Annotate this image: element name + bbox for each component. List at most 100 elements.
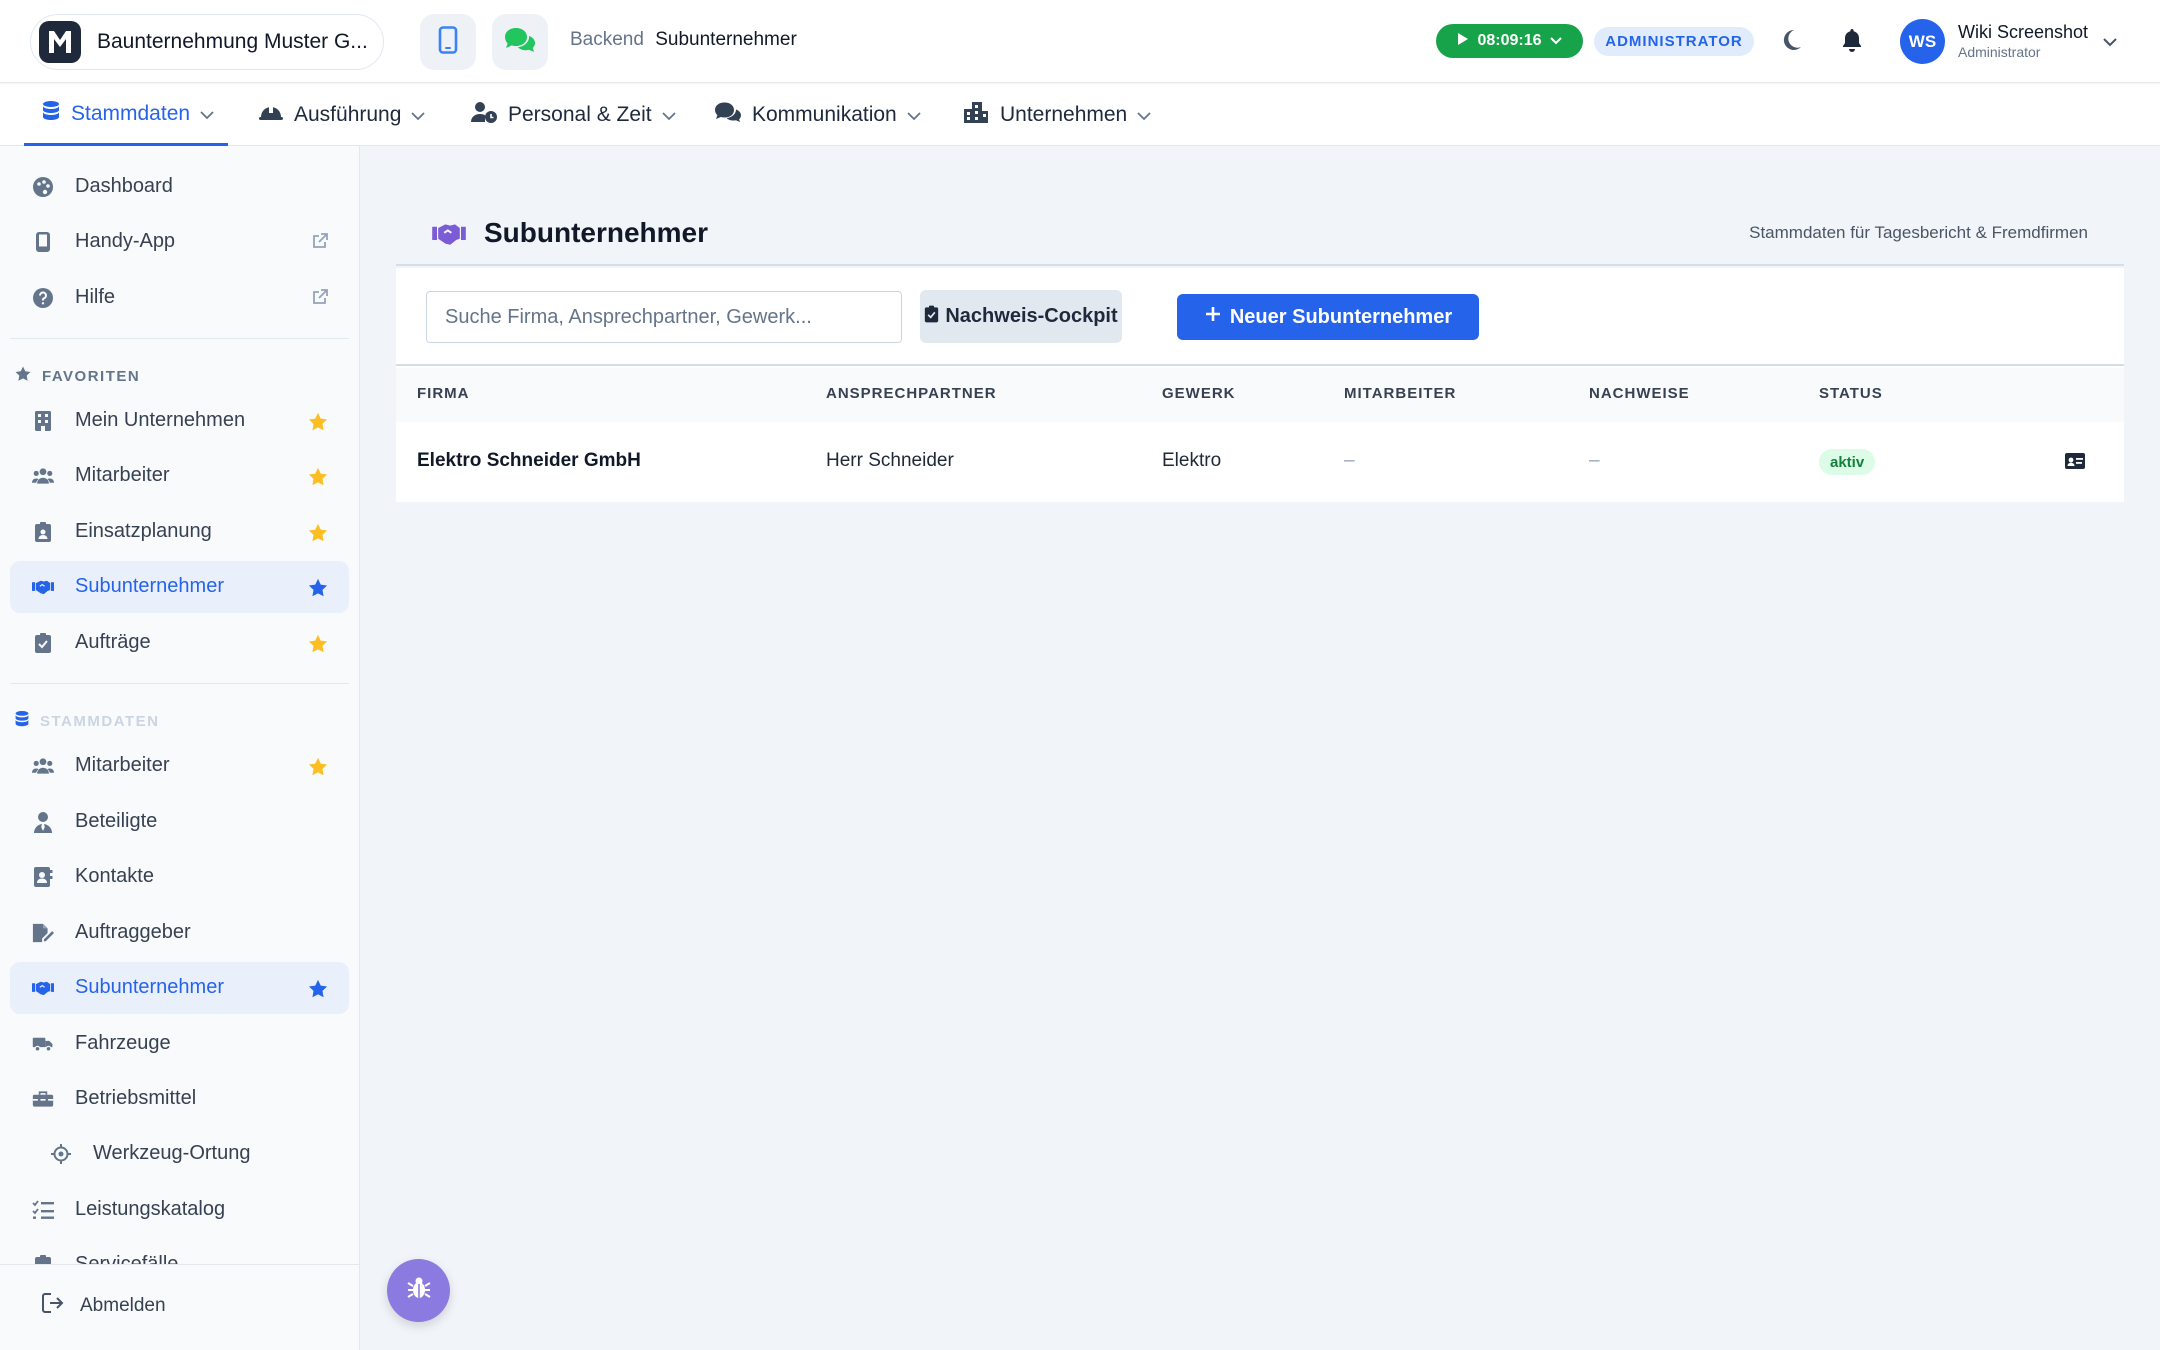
new-subunternehmer-button[interactable]: Neuer Subunternehmer (1177, 294, 1479, 340)
play-icon (1457, 32, 1469, 51)
nav-label: Kommunikation (752, 103, 897, 126)
logout-button[interactable]: Abmelden (42, 1293, 166, 1319)
star-icon[interactable] (307, 633, 329, 660)
plus-icon (1204, 305, 1222, 329)
users-icon (32, 465, 54, 487)
sidebar-divider (10, 338, 349, 339)
user-name[interactable]: Wiki Screenshot (1958, 22, 2088, 43)
user-role: Administrator (1958, 44, 2041, 60)
star-icon[interactable] (307, 522, 329, 549)
star-icon[interactable] (307, 577, 329, 604)
sidebar-item-label: Fahrzeuge (75, 1032, 171, 1054)
nav-label: Unternehmen (1000, 103, 1128, 126)
avatar[interactable]: WS (1900, 19, 1945, 64)
sidebar-item-label: Leistungskatalog (75, 1198, 226, 1220)
sidebar-item-leistungskatalog[interactable]: Leistungskatalog (10, 1184, 349, 1236)
sidebar-item-handy-app[interactable]: Handy-App (10, 216, 349, 268)
table-row[interactable]: Elektro Schneider GmbH Herr Schneider El… (396, 422, 2124, 502)
sidebar-item-subunternehmer[interactable]: Subunternehmer (10, 962, 349, 1014)
external-link-icon (311, 232, 329, 255)
file-signature-icon (32, 922, 54, 944)
database-icon (14, 710, 30, 732)
chevron-down-icon[interactable] (2102, 34, 2118, 52)
column-header-gewerk[interactable]: GEWERK (1162, 385, 1236, 402)
company-name: Baunternehmung Muster G... (97, 30, 368, 53)
search-input[interactable] (426, 291, 902, 343)
star-icon[interactable] (307, 466, 329, 493)
nav-stammdaten[interactable]: Stammdaten (24, 84, 229, 146)
sidebar-item-einsatzplanung[interactable]: Einsatzplanung (10, 506, 349, 558)
chat-button[interactable] (492, 14, 548, 70)
column-header-ansprechpartner[interactable]: ANSPRECHPARTNER (826, 385, 997, 402)
id-card-icon[interactable] (2064, 452, 2086, 475)
stammdaten-heading-label: STAMMDATEN (40, 712, 160, 730)
sidebar-item-auftraggeber[interactable]: Auftraggeber (10, 907, 349, 959)
helmet-icon (258, 102, 284, 128)
nav-kommunikation[interactable]: Kommunikation (714, 84, 921, 146)
role-badge: ADMINISTRATOR (1594, 27, 1754, 56)
cell-firma: Elektro Schneider GmbH (417, 450, 641, 471)
company-logo (39, 21, 81, 63)
status-badge: aktiv (1819, 449, 1876, 475)
sidebar-item-werkzeug-ortung[interactable]: Werkzeug-Ortung (10, 1128, 349, 1180)
breadcrumb-section[interactable]: Backend (570, 29, 644, 50)
chevron-down-icon (411, 103, 426, 127)
star-icon[interactable] (307, 756, 329, 783)
sidebar-item-betriebsmittel[interactable]: Betriebsmittel (10, 1073, 349, 1125)
moon-icon[interactable] (1780, 28, 1802, 57)
mobile-icon (438, 25, 458, 59)
sidebar-item-hilfe[interactable]: Hilfe (10, 272, 349, 324)
nav-unternehmen[interactable]: Unternehmen (962, 84, 1151, 146)
sidebar-item-mitarbeiter[interactable]: Mitarbeiter (10, 450, 349, 502)
logout-icon (42, 1293, 64, 1319)
chevron-down-icon (1549, 32, 1562, 50)
nachweis-cockpit-label: Nachweis-Cockpit (945, 305, 1118, 327)
main-nav: Stammdaten Ausführung Personal & Zeit Ko… (0, 84, 2160, 146)
star-icon[interactable] (307, 978, 329, 1005)
toolbox-icon (32, 1088, 54, 1110)
nav-label: Personal & Zeit (508, 103, 652, 126)
breadcrumb: Backend Subunternehmer (570, 29, 797, 51)
sidebar-footer: Abmelden (0, 1264, 359, 1350)
building-icon (32, 410, 54, 432)
column-header-mitarbeiter[interactable]: MITARBEITER (1344, 385, 1456, 402)
work-timer[interactable]: 08:09:16 (1436, 24, 1583, 58)
sidebar-item-mitarbeiter[interactable]: Mitarbeiter (10, 740, 349, 792)
column-header-firma[interactable]: FIRMA (417, 385, 470, 402)
chevron-down-icon (1137, 103, 1151, 127)
column-header-nachweise[interactable]: NACHWEISE (1589, 385, 1690, 402)
favorites-heading-label: FAVORITEN (42, 367, 141, 385)
bell-icon[interactable] (1842, 28, 1862, 57)
sidebar-item-kontakte[interactable]: Kontakte (10, 851, 349, 903)
sidebar-item-label: Beteiligte (75, 810, 158, 832)
cell-nachweise: – (1589, 450, 1600, 471)
company-switcher[interactable]: Baunternehmung Muster G... (30, 14, 384, 70)
chevron-down-icon (200, 102, 214, 126)
timer-value: 08:09:16 (1477, 32, 1542, 49)
sidebar-item-auftraege[interactable]: Aufträge (10, 617, 349, 669)
user-clock-icon (470, 100, 498, 130)
top-bar: Baunternehmung Muster G... Backend Subun… (0, 0, 2160, 83)
nachweis-cockpit-button[interactable]: Nachweis-Cockpit (920, 290, 1122, 343)
question-icon (32, 287, 54, 309)
clipboard-check-icon (32, 632, 54, 654)
column-header-status[interactable]: STATUS (1819, 385, 1883, 402)
users-icon (32, 755, 54, 777)
sidebar-item-dashboard[interactable]: Dashboard (10, 161, 349, 213)
nav-ausfuehrung[interactable]: Ausführung (258, 84, 426, 146)
address-book-icon (32, 866, 54, 888)
sidebar-item-fahrzeuge[interactable]: Fahrzeuge (10, 1018, 349, 1070)
bug-report-button[interactable] (387, 1259, 450, 1322)
cell-ansprechpartner: Herr Schneider (826, 450, 954, 471)
nav-personal-zeit[interactable]: Personal & Zeit (470, 84, 676, 146)
stammdaten-heading: STAMMDATEN (14, 710, 159, 732)
mobile-app-button[interactable] (420, 14, 476, 70)
list-check-icon (32, 1199, 54, 1221)
breadcrumb-current: Subunternehmer (655, 29, 797, 50)
sidebar-item-mein-unternehmen[interactable]: Mein Unternehmen (10, 395, 349, 447)
database-icon (41, 100, 61, 128)
sidebar-item-beteiligte[interactable]: Beteiligte (10, 796, 349, 848)
sidebar-item-subunternehmer[interactable]: Subunternehmer (10, 561, 349, 613)
star-icon[interactable] (307, 411, 329, 438)
sidebar-item-label: Kontakte (75, 865, 154, 887)
